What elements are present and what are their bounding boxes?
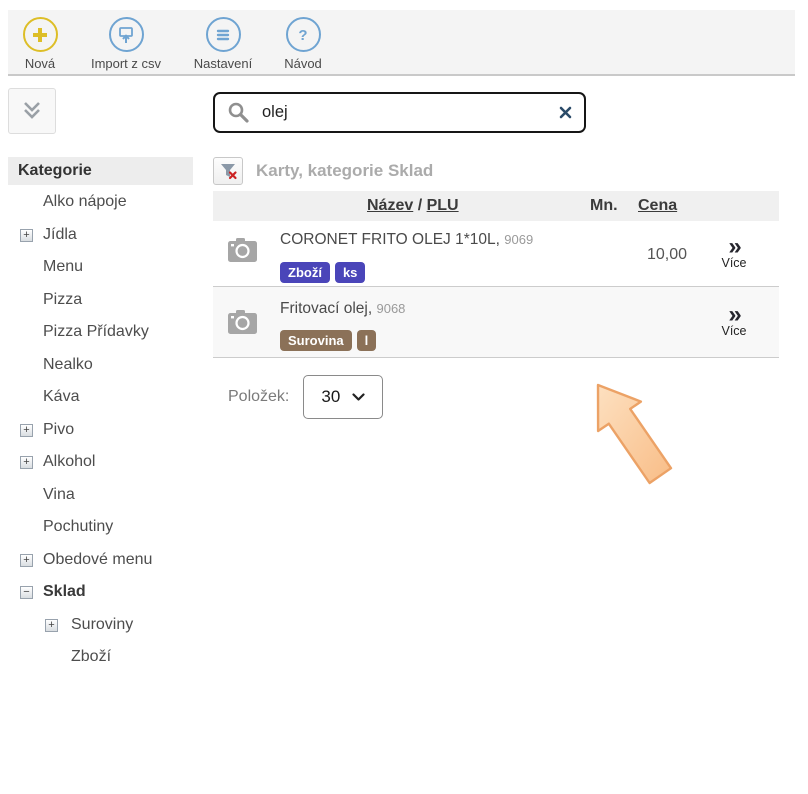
cards-table: Název / PLU Mn. Cena CORONET FRITO OLEJ … (213, 191, 779, 358)
sort-by-price-link[interactable]: Cena (638, 191, 677, 221)
double-chevron-down-icon (19, 100, 45, 122)
import-csv-label: Import z csv (76, 56, 176, 71)
more-link[interactable]: » Více (704, 235, 764, 270)
sidebar-item-alko-napoje[interactable]: Alko nápoje (0, 186, 206, 219)
sidebar-item-label: Vina (43, 486, 75, 503)
card-name-text: CORONET FRITO OLEJ 1*10L, (280, 231, 500, 248)
search-box (213, 92, 586, 133)
tree-expand-icon[interactable]: + (45, 619, 58, 632)
sidebar-item-jidla[interactable]: + Jídla (0, 219, 206, 252)
sidebar-item-alkohol[interactable]: + Alkohol (0, 446, 206, 479)
more-label: Více (704, 256, 764, 270)
camera-placeholder-icon (228, 309, 257, 334)
remove-filter-button[interactable] (213, 157, 243, 185)
tree-expand-icon[interactable]: + (20, 229, 33, 242)
sidebar-item-pochutiny[interactable]: Pochutiny (0, 511, 206, 544)
column-header-qty: Mn. (590, 191, 618, 221)
tree-collapse-icon[interactable]: − (20, 586, 33, 599)
more-link[interactable]: » Více (704, 303, 764, 338)
more-label: Více (704, 324, 764, 338)
header-separator: / (413, 197, 426, 214)
import-csv-button[interactable]: Import z csv (76, 17, 176, 71)
table-header-row: Název / PLU Mn. Cena (213, 191, 779, 221)
sidebar-item-label: Pizza (43, 291, 82, 308)
search-input[interactable] (260, 102, 549, 123)
category-tree: Alko nápoje + Jídla Menu Pizza Pizza Příd… (0, 186, 206, 674)
help-label: Návod (253, 56, 353, 71)
sidebar-item-label: Alkohol (43, 453, 95, 470)
unit-badge: l (357, 330, 377, 351)
sidebar-item-suroviny[interactable]: + Suroviny (0, 609, 206, 642)
category-badge: Surovina (280, 330, 352, 351)
sidebar-item-label: Menu (43, 258, 83, 275)
sidebar-item-nealko[interactable]: Nealko (0, 349, 206, 382)
card-name: Fritovací olej, 9068 (280, 300, 405, 318)
filter-remove-icon (218, 162, 238, 181)
sidebar-item-sklad[interactable]: −Sklad (0, 576, 206, 609)
sidebar-item-label: Zboží (71, 648, 111, 665)
table-row[interactable]: CORONET FRITO OLEJ 1*10L, 9069 Zboží ks … (213, 221, 779, 287)
sidebar-item-label: Sklad (43, 583, 86, 600)
items-per-page-value: 30 (321, 387, 340, 407)
sidebar-item-obedove-menu[interactable]: + Obedové menu (0, 544, 206, 577)
items-per-page-label: Položek: (228, 388, 289, 406)
card-name-text: Fritovací olej, (280, 300, 372, 317)
pager: Položek: 30 (228, 375, 383, 419)
sidebar-item-vina[interactable]: Vina (0, 479, 206, 512)
monitor-upload-icon (109, 17, 144, 52)
sidebar-item-menu[interactable]: Menu (0, 251, 206, 284)
filter-bar: Karty, kategorie Sklad (213, 156, 433, 186)
card-name: CORONET FRITO OLEJ 1*10L, 9069 (280, 231, 533, 249)
menu-lines-icon (206, 17, 241, 52)
help-button[interactable]: ? Návod (253, 17, 353, 71)
items-per-page-select[interactable]: 30 (303, 375, 383, 419)
tree-expand-icon[interactable]: + (20, 554, 33, 567)
clear-search-icon[interactable] (559, 106, 572, 119)
sidebar-item-label: Alko nápoje (43, 193, 127, 210)
sidebar-item-zbozi[interactable]: Zboží (0, 641, 206, 674)
card-plu: 9068 (376, 301, 405, 316)
arrow-cursor-graphic (586, 377, 686, 497)
tree-expand-icon[interactable]: + (20, 424, 33, 437)
sidebar-item-label: Obedové menu (43, 551, 152, 568)
search-icon (227, 101, 250, 124)
table-row[interactable]: Fritovací olej, 9068 Surovina l » Více (213, 287, 779, 358)
sidebar-item-label: Jídla (43, 226, 77, 243)
sidebar-item-kava[interactable]: Káva (0, 381, 206, 414)
sidebar-item-label: Pochutiny (43, 518, 113, 535)
page-title: Karty, kategorie Sklad (256, 161, 433, 181)
sidebar-item-label: Káva (43, 388, 79, 405)
card-plu: 9069 (504, 232, 533, 247)
categories-header: Kategorie (8, 157, 193, 185)
collapse-tree-button[interactable] (8, 88, 56, 134)
sort-by-plu-link[interactable]: PLU (427, 197, 459, 214)
column-header-name-plu: Název / PLU (367, 191, 459, 221)
sidebar-item-pizza-pridavky[interactable]: Pizza Přídavky (0, 316, 206, 349)
tree-expand-icon[interactable]: + (20, 456, 33, 469)
sidebar-item-label: Nealko (43, 356, 93, 373)
sidebar-item-label: Pivo (43, 421, 74, 438)
sidebar-item-pivo[interactable]: + Pivo (0, 414, 206, 447)
question-icon: ? (286, 17, 321, 52)
toolbar: Nová Import z csv Nastavení ? Návod (8, 10, 795, 76)
chevron-down-icon (352, 393, 365, 401)
svg-text:?: ? (298, 27, 307, 44)
badge-list: Surovina l (280, 330, 376, 351)
card-price: 10,00 (587, 246, 687, 264)
unit-badge: ks (335, 262, 365, 283)
badge-list: Zboží ks (280, 262, 365, 283)
sidebar-item-label: Pizza Přídavky (43, 323, 149, 340)
sort-by-name-link[interactable]: Název (367, 197, 413, 214)
plus-icon (23, 17, 58, 52)
sidebar-item-pizza[interactable]: Pizza (0, 284, 206, 317)
sidebar-item-label: Suroviny (71, 616, 133, 633)
camera-placeholder-icon (228, 237, 257, 262)
category-badge: Zboží (280, 262, 330, 283)
